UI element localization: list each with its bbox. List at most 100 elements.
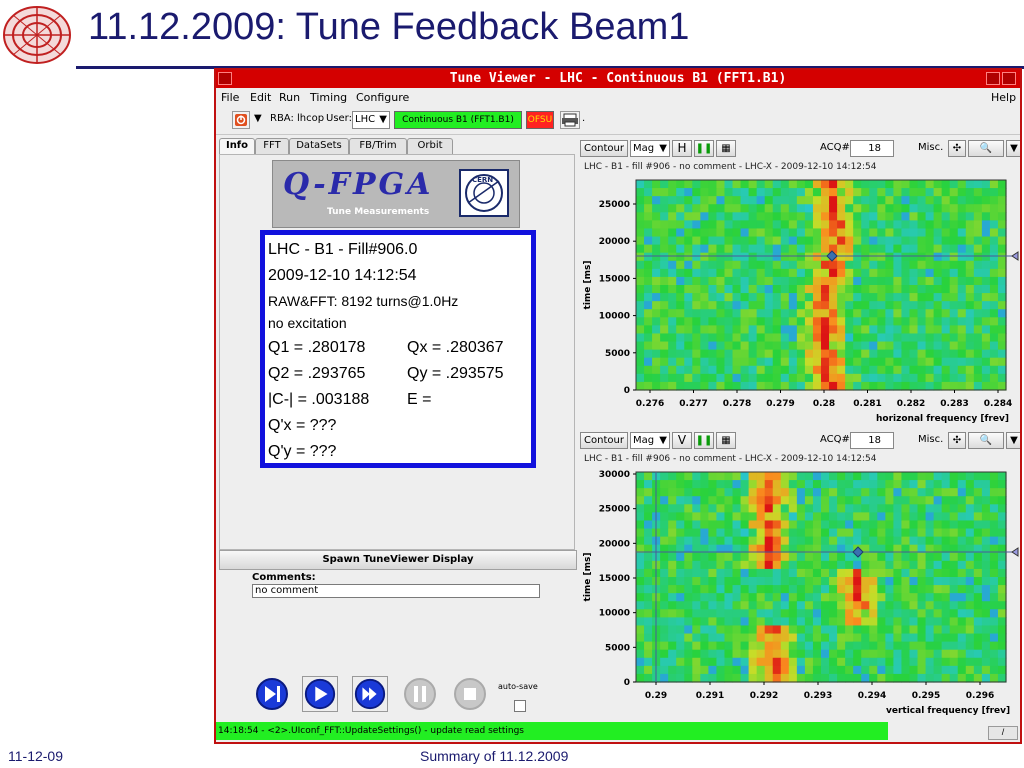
heatmap-cell [925,293,935,302]
heatmap-cell [885,188,894,197]
heatmap-cell [869,520,878,530]
heatmap-cell [772,617,782,627]
power-dropdown-icon[interactable]: ▼ [254,111,264,129]
crosshair-handle-icon[interactable] [1011,547,1019,557]
power-button[interactable] [232,111,250,129]
contour-button-v[interactable]: Contour [580,432,628,449]
heatmap-cell [748,617,758,627]
heatmap-cell [933,552,943,562]
tab-fb-trim[interactable]: FB/Trim [349,138,407,154]
heatmap-cell [869,609,878,618]
spawn-display-button[interactable]: Spawn TuneViewer Display [219,550,577,570]
window-minimize-icon[interactable] [986,72,1000,85]
pause-icon[interactable]: ❚❚ [694,432,714,449]
comments-field[interactable]: no comment [252,584,540,598]
heatmap-cell [925,317,935,326]
window-menu-icon[interactable] [218,72,232,85]
tab-datasets[interactable]: DataSets [289,138,349,154]
menu-help[interactable]: Help [991,91,1016,104]
grid-icon[interactable]: ▦ [716,140,736,157]
chevron-down-icon[interactable]: ▼ [1006,432,1020,449]
heatmap-cell [853,357,862,367]
step-forward-button[interactable] [254,676,290,712]
play-button[interactable] [302,676,338,712]
heatmap-cell [756,520,766,530]
axis-button-v[interactable]: V [672,432,692,449]
menu-timing[interactable]: Timing [310,91,347,104]
heatmap-cell [997,649,1007,659]
heatmap-cell [901,657,911,667]
autosave-checkbox[interactable] [514,700,526,712]
menubar: File Edit Run Timing Configure Help [216,88,1020,106]
menu-configure[interactable]: Configure [356,91,409,104]
heatmap-cell [804,317,814,326]
vertical-spectrogram[interactable]: 3000025000200001500010000500000.29 0.291 0… [580,466,1020,718]
chevron-down-icon[interactable]: ▼ [1006,140,1020,157]
mode-indicator[interactable]: Continuous B1 (FFT1.B1) [394,111,522,129]
heatmap-cell [724,309,734,318]
ofsu-indicator[interactable]: OFSU [526,111,554,129]
pause-icon[interactable]: ❚❚ [694,140,714,157]
mag-select-h[interactable]: Mag ▼ [630,140,670,157]
heatmap-cell [853,472,862,481]
grid-icon[interactable]: ▦ [716,432,736,449]
heatmap-cell [788,560,798,570]
heatmap-cell [708,665,718,675]
heatmap-cell [893,309,903,318]
horizontal-spectrogram[interactable]: 25000200001500010000500000.276 0.277 0.278… [580,174,1020,428]
crosshair-icon[interactable]: ✣ [948,432,966,449]
tab-orbit[interactable]: Orbit [407,138,453,154]
zoom-icon[interactable]: 🔍 [968,140,1004,157]
heatmap-cell [644,252,653,262]
heatmap-cell [684,180,693,189]
heatmap-cell [989,180,999,189]
heatmap-cell [869,293,878,302]
heatmap-cell [837,333,846,343]
heatmap-cell [965,220,975,230]
stop-button[interactable] [452,676,488,712]
heatmap-cell [885,649,894,659]
tab-fft[interactable]: FFT [255,138,289,154]
menu-run[interactable]: Run [279,91,300,104]
heatmap-cell [965,196,975,205]
crosshair-icon[interactable]: ✣ [948,140,966,157]
zoom-icon[interactable]: 🔍 [968,432,1004,449]
heatmap-cell [909,633,919,643]
heatmap-cell [756,180,766,189]
user-select[interactable]: LHC ▼ [352,111,390,129]
heatmap-cell [925,496,935,505]
menu-edit[interactable]: Edit [250,91,271,104]
heatmap-cell [933,488,943,497]
heatmap-cell [668,268,677,278]
heatmap-cell [732,301,742,310]
window-close-icon[interactable] [1002,72,1016,85]
heatmap-cell [941,577,951,586]
contour-button-h[interactable]: Contour [580,140,628,157]
heatmap-cell [700,480,709,489]
heatmap-cell [877,665,886,675]
heatmap-cell [724,528,734,538]
heatmap-cell [957,244,967,254]
heatmap-cell [949,649,959,659]
heatmap-cell [684,552,693,562]
heatmap-cell [724,317,734,326]
printer-icon [562,113,578,127]
acq-spinner-h[interactable]: 18 [850,140,894,157]
crosshair-handle-icon[interactable] [1011,251,1019,261]
heatmap-cell [861,512,870,522]
heatmap-cell [829,365,838,375]
heatmap-cell [989,625,999,635]
heatmap-cell [660,641,669,651]
mag-select-v[interactable]: Mag ▼ [630,432,670,449]
heatmap-cell [724,293,734,302]
heatmap-cell [821,236,830,246]
tab-info[interactable]: Info [219,138,255,154]
menu-file[interactable]: File [221,91,239,104]
heatmap-cell [837,512,846,522]
heatmap-cell [885,293,894,302]
fast-forward-button[interactable] [352,676,388,712]
pause-button[interactable] [402,676,438,712]
acq-spinner-v[interactable]: 18 [850,432,894,449]
axis-button-h[interactable]: H [672,140,692,157]
printer-button[interactable] [560,111,580,129]
